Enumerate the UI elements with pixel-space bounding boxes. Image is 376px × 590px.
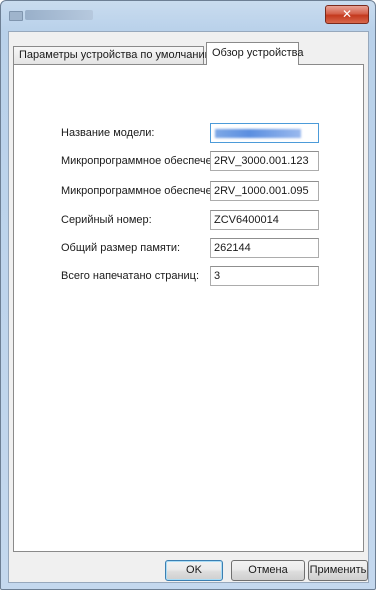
- window-icon: [9, 11, 23, 21]
- serial-number-label: Серийный номер:: [61, 214, 152, 226]
- device-overview-panel: Название модели: Микропрограммное обеспе…: [13, 64, 364, 552]
- field-row-firmware-2: Микропрограммное обеспечение: 2RV_1000.0…: [14, 181, 363, 201]
- field-row-pages: Всего напечатано страниц: 3: [14, 266, 363, 286]
- field-row-serial: Серийный номер: ZCV6400014: [14, 210, 363, 230]
- tab-device-overview[interactable]: Обзор устройства: [206, 42, 304, 65]
- title-bar[interactable]: ✕: [1, 1, 375, 31]
- pages-printed-label: Всего напечатано страниц:: [61, 270, 200, 282]
- tab-label: Параметры устройства по умолчанию: [19, 49, 213, 61]
- redacted-value: [215, 129, 301, 138]
- properties-dialog: ✕ Параметры устройства по умолчанию Обзо…: [0, 0, 376, 590]
- window-title-redacted: [25, 10, 93, 20]
- close-icon: ✕: [341, 7, 353, 21]
- ok-button[interactable]: OK: [165, 560, 223, 581]
- pages-printed-field[interactable]: 3: [210, 266, 319, 286]
- field-row-firmware-1: Микропрограммное обеспечение: 2RV_3000.0…: [14, 151, 363, 171]
- close-button[interactable]: ✕: [325, 5, 369, 24]
- firmware-field-1[interactable]: 2RV_3000.001.123: [210, 151, 319, 171]
- tab-default-settings[interactable]: Параметры устройства по умолчанию: [13, 46, 213, 65]
- apply-button[interactable]: Применить: [308, 560, 368, 581]
- model-name-field[interactable]: [210, 123, 319, 143]
- firmware-field-2[interactable]: 2RV_1000.001.095: [210, 181, 319, 201]
- memory-size-label: Общий размер памяти:: [61, 242, 181, 254]
- firmware-label: Микропрограммное обеспечение:: [61, 155, 234, 167]
- field-row-memory: Общий размер памяти: 262144: [14, 238, 363, 258]
- dialog-client-area: Параметры устройства по умолчанию Обзор …: [8, 31, 369, 583]
- memory-size-field[interactable]: 262144: [210, 238, 319, 258]
- tab-label: Обзор устройства: [212, 47, 304, 59]
- model-name-label: Название модели:: [61, 127, 155, 139]
- firmware-label: Микропрограммное обеспечение:: [61, 185, 234, 197]
- field-row-model: Название модели:: [14, 123, 363, 143]
- cancel-button[interactable]: Отмена: [231, 560, 305, 581]
- serial-number-field[interactable]: ZCV6400014: [210, 210, 319, 230]
